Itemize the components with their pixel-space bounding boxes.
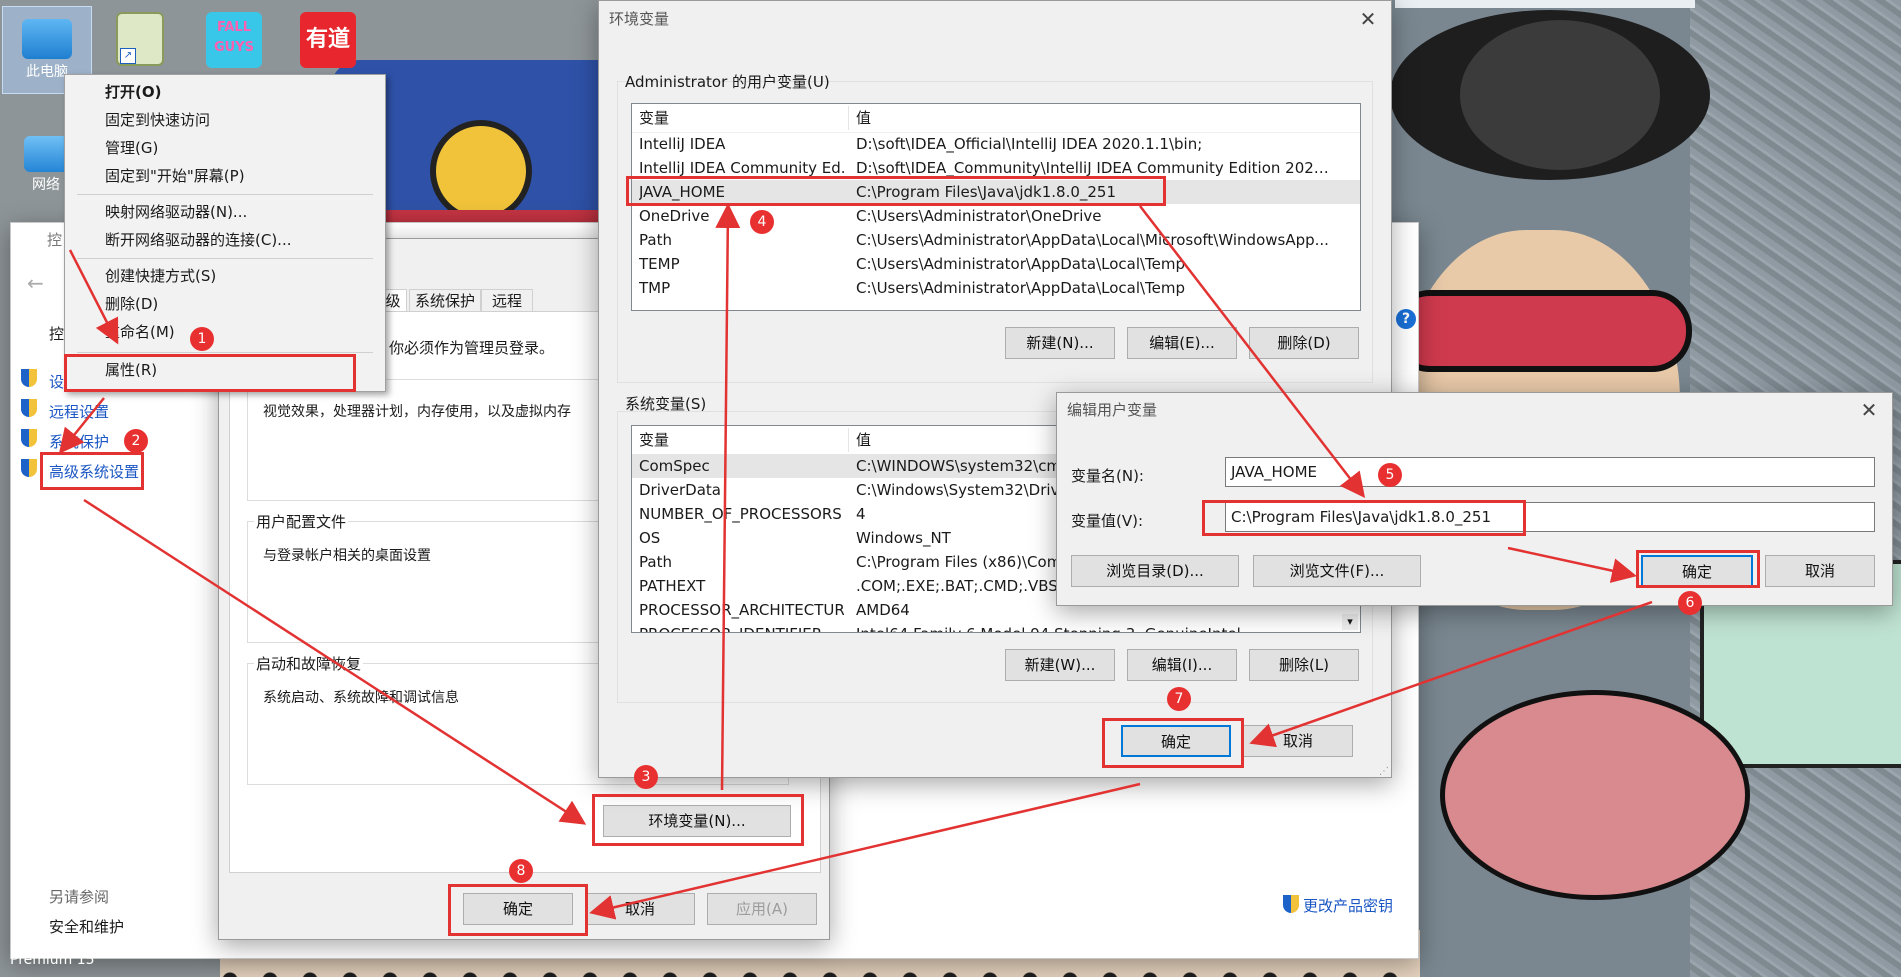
browse-directory-button[interactable]: 浏览目录(D)...	[1071, 555, 1239, 587]
table-row[interactable]: PROCESSOR_IDENTIFIERIntel64 Family 6 Mod…	[632, 622, 1360, 632]
menu-item-create-shortcut[interactable]: 创建快捷方式(S)	[65, 263, 385, 289]
variable-name-input[interactable]: JAVA_HOME	[1225, 457, 1875, 487]
see-also-title: 另请参阅	[49, 888, 110, 906]
user-edit-button[interactable]: 编辑(E)...	[1127, 327, 1237, 359]
system-variables-title: 系统变量(S)	[625, 395, 707, 413]
tab-remote[interactable]: 远程	[481, 289, 533, 313]
annotation-box-edit-ok	[1636, 550, 1760, 588]
menu-item-pin-start[interactable]: 固定到"开始"屏幕(P)	[65, 163, 385, 189]
annotation-box-variable-value	[1202, 500, 1526, 536]
annotation-box-advanced-settings	[40, 452, 144, 490]
tab-system-protection[interactable]: 系统保护	[409, 289, 481, 313]
user-profile-desc: 与登录帐户相关的桌面设置	[263, 548, 431, 564]
shield-icon	[21, 459, 37, 477]
table-row[interactable]: TEMP C:\Users\Administrator\AppData\Local…	[632, 252, 1360, 276]
desktop-icon-fall-guys[interactable]: FALL GUYS	[190, 6, 278, 76]
edit-cancel-button[interactable]: 取消	[1765, 555, 1875, 587]
close-icon[interactable]: ✕	[1355, 1, 1381, 37]
step-badge-4: 4	[750, 210, 774, 234]
edit-window-title: 编辑用户变量	[1067, 401, 1158, 419]
step-badge-1: 1	[190, 327, 214, 351]
step-badge-2: 2	[124, 429, 148, 453]
menu-item-open[interactable]: 打开(O)	[65, 79, 385, 105]
environment-variables-window: 环境变量 ✕ Administrator 的用户变量(U) 变量 值 Intel…	[598, 0, 1392, 778]
user-new-button[interactable]: 新建(N)...	[1005, 327, 1115, 359]
table-row[interactable]: Path C:\Users\Administrator\AppData\Local…	[632, 228, 1360, 252]
shield-icon	[21, 369, 37, 387]
variable-value-label: 变量值(V):	[1071, 512, 1144, 530]
resize-grip-icon[interactable]: ⋰	[1379, 766, 1389, 777]
edit-user-variable-window: 编辑用户变量 ✕ 变量名(N): JAVA_HOME 变量值(V): C:\Pr…	[1056, 392, 1893, 606]
annotation-box-env-button	[592, 794, 804, 846]
system-new-button[interactable]: 新建(W)...	[1005, 649, 1115, 681]
variable-name-label: 变量名(N):	[1071, 467, 1144, 485]
menu-item-rename[interactable]: 重命名(M)	[65, 319, 385, 345]
step-badge-5: 5	[1378, 463, 1402, 487]
menu-separator	[77, 194, 373, 195]
chevron-down-icon[interactable]: ▾	[1342, 614, 1358, 630]
env-cancel-button[interactable]: 取消	[1243, 725, 1353, 757]
menu-separator	[77, 258, 373, 259]
desktop-icon-notepad[interactable]: ↗	[96, 6, 184, 76]
menu-separator	[77, 352, 373, 353]
performance-desc: 视觉效果，处理器计划，内存使用，以及虚拟内存	[263, 404, 571, 420]
user-variables-list[interactable]: 变量 值 IntelliJ IDEA D:\soft\IDEA_Official\…	[631, 103, 1361, 311]
step-badge-6: 6	[1678, 591, 1702, 615]
env-window-title: 环境变量	[609, 10, 670, 28]
notepad-shortcut-icon: ↗	[116, 12, 164, 66]
menu-item-map-drive[interactable]: 映射网络驱动器(N)...	[65, 199, 385, 225]
desktop-icon-youdao[interactable]: 有道	[284, 6, 372, 76]
system-edit-button[interactable]: 编辑(I)...	[1127, 649, 1237, 681]
system-cancel-button[interactable]: 取消	[585, 893, 695, 925]
step-badge-7: 7	[1167, 687, 1191, 711]
step-badge-8: 8	[509, 859, 533, 883]
control-panel-header: 控	[49, 325, 65, 343]
menu-item-manage[interactable]: 管理(G)	[65, 135, 385, 161]
table-row[interactable]: OneDrive C:\Users\Administrator\OneDrive	[632, 204, 1360, 228]
help-icon[interactable]: ?	[1396, 309, 1416, 329]
premium-text: Premium 15	[10, 952, 95, 968]
menu-item-pin-quick-access[interactable]: 固定到快速访问	[65, 107, 385, 133]
fall-guys-shortcut-icon: FALL GUYS	[206, 12, 262, 68]
annotation-box-java-home	[626, 176, 1166, 206]
control-panel-title: 控	[47, 231, 63, 249]
col-header-variable[interactable]: 变量	[639, 104, 844, 132]
sidebar-link-system-protection[interactable]: 系统保护	[49, 431, 109, 452]
shield-icon	[21, 429, 37, 447]
step-badge-3: 3	[634, 765, 658, 789]
col-header-variable[interactable]: 变量	[639, 426, 844, 454]
annotation-box-properties	[64, 354, 356, 392]
network-icon	[24, 136, 68, 172]
menu-item-delete[interactable]: 删除(D)	[65, 291, 385, 317]
shield-icon	[1283, 895, 1299, 913]
shield-icon	[21, 399, 37, 417]
change-product-key-link[interactable]: 更改产品密钥	[1303, 895, 1393, 916]
annotation-box-system-ok	[448, 884, 588, 936]
context-menu: 打开(O) 固定到快速访问 管理(G) 固定到"开始"屏幕(P) 映射网络驱动器…	[64, 74, 386, 392]
system-apply-button[interactable]: 应用(A)	[707, 893, 817, 925]
link-security-maintenance[interactable]: 安全和维护	[49, 916, 124, 937]
youdao-shortcut-icon: 有道	[300, 12, 356, 68]
computer-icon	[22, 19, 72, 59]
startup-desc: 系统启动、系统故障和调试信息	[263, 690, 459, 706]
menu-item-disconnect-drive[interactable]: 断开网络驱动器的连接(C)...	[65, 227, 385, 253]
browse-file-button[interactable]: 浏览文件(F)...	[1253, 555, 1421, 587]
table-row[interactable]: TMP C:\Users\Administrator\AppData\Local\…	[632, 276, 1360, 300]
sidebar-link-device[interactable]: 设	[49, 371, 64, 392]
close-icon[interactable]: ✕	[1856, 393, 1882, 427]
user-variables-title: Administrator 的用户变量(U)	[625, 73, 830, 91]
admin-note: 你必须作为管理员登录。	[389, 339, 555, 357]
col-header-value[interactable]: 值	[856, 104, 1338, 132]
back-arrow-icon[interactable]: ←	[27, 271, 44, 295]
annotation-box-env-ok	[1102, 718, 1244, 768]
table-row[interactable]: IntelliJ IDEA D:\soft\IDEA_Official\Intel…	[632, 132, 1360, 156]
user-delete-button[interactable]: 删除(D)	[1249, 327, 1359, 359]
sidebar-link-remote-settings[interactable]: 远程设置	[49, 401, 109, 422]
system-delete-button[interactable]: 删除(L)	[1249, 649, 1359, 681]
